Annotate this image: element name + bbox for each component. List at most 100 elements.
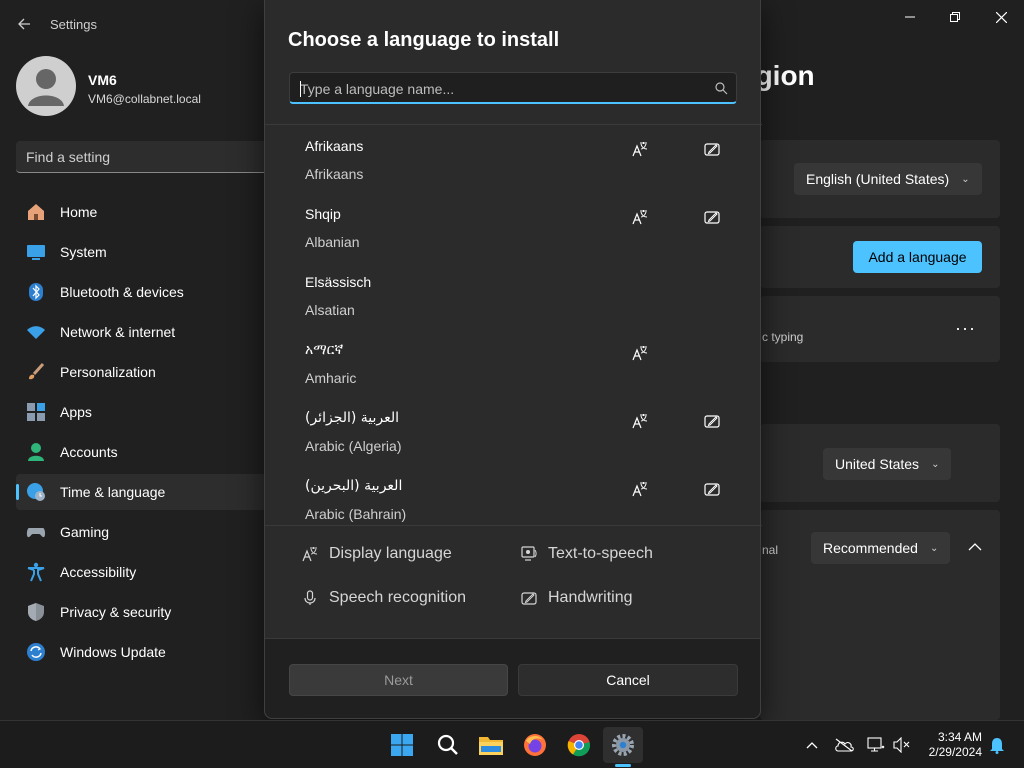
settings-taskbar-button[interactable] xyxy=(603,727,643,763)
sidebar-item-network[interactable]: Network & internet xyxy=(16,314,266,350)
choose-language-dialog: Choose a language to install Afrikaans A… xyxy=(264,0,762,719)
sidebar-item-accessibility[interactable]: Accessibility xyxy=(16,554,266,590)
sidebar-item-privacy[interactable]: Privacy & security xyxy=(16,594,266,630)
dialog-title: Choose a language to install xyxy=(288,29,560,51)
language-native-name: አማርኛ xyxy=(305,342,344,358)
onedrive-icon[interactable] xyxy=(834,735,854,755)
language-search-input[interactable] xyxy=(300,79,700,99)
system-clock[interactable]: 3:34 AM 2/29/2024 xyxy=(922,730,982,760)
sidebar-item-time-language[interactable]: Time & language xyxy=(16,474,266,510)
clock-date: 2/29/2024 xyxy=(928,745,982,759)
legend-label: Text-to-speech xyxy=(548,545,653,562)
legend-speech-recognition: Speech recognition xyxy=(301,589,466,607)
typing-fragment: c typing xyxy=(762,330,804,344)
language-item[interactable]: አማርኛ Amharic xyxy=(265,329,762,397)
notification-bell-icon[interactable] xyxy=(987,735,1007,755)
restore-icon xyxy=(950,12,960,22)
update-icon xyxy=(26,642,46,662)
legend-text-to-speech: Text-to-speech xyxy=(520,545,653,563)
sidebar-item-label: Time & language xyxy=(60,484,166,500)
sidebar-item-system[interactable]: System xyxy=(16,234,266,270)
language-english-name: Arabic (Bahrain) xyxy=(305,506,407,522)
language-item[interactable]: العربية (الجزائر) Arabic (Algeria) xyxy=(265,397,762,465)
sidebar-item-label: Apps xyxy=(60,404,92,420)
display-language-icon xyxy=(631,344,649,362)
add-language-button[interactable]: Add a language xyxy=(853,241,982,273)
language-list: Afrikaans Afrikaans Shqip Albanian Elsäs… xyxy=(265,124,762,526)
clock-time: 3:34 AM xyxy=(937,730,982,744)
language-item[interactable]: العربية (البحرين) Arabic (Bahrain) xyxy=(265,465,762,525)
taskbar-search-button[interactable] xyxy=(428,727,468,763)
chevron-up-icon[interactable] xyxy=(968,542,982,552)
windows-display-language-dropdown[interactable]: English (United States) ⌄ xyxy=(794,163,982,195)
language-item[interactable]: Shqip Albanian xyxy=(265,193,762,261)
language-english-name: Afrikaans xyxy=(305,166,364,182)
regional-fragment: nal xyxy=(762,543,779,557)
close-icon xyxy=(995,11,1007,23)
minimize-button[interactable] xyxy=(887,6,933,28)
text-cursor xyxy=(300,81,301,97)
legend-label: Display language xyxy=(329,545,452,562)
sidebar-item-apps[interactable]: Apps xyxy=(16,394,266,430)
sidebar-item-gaming[interactable]: Gaming xyxy=(16,514,266,550)
chevron-down-icon: ⌄ xyxy=(931,458,940,470)
legend-display-language: Display language xyxy=(301,545,452,563)
sidebar-nav: Home System Bluetooth & devices Network … xyxy=(16,194,266,674)
country-dropdown[interactable]: United States ⌄ xyxy=(823,448,952,480)
next-button[interactable]: Next xyxy=(289,664,508,696)
start-button[interactable] xyxy=(382,727,422,763)
sidebar-item-windows-update[interactable]: Windows Update xyxy=(16,634,266,670)
firefox-button[interactable] xyxy=(515,727,555,763)
sidebar-item-label: Windows Update xyxy=(60,644,166,660)
sidebar-item-accounts[interactable]: Accounts xyxy=(16,434,266,470)
restore-button[interactable] xyxy=(932,6,978,28)
microphone-icon xyxy=(301,589,319,607)
show-hidden-icons-button[interactable] xyxy=(802,735,822,755)
back-button[interactable] xyxy=(12,12,36,36)
sidebar-item-label: Network & internet xyxy=(60,324,176,340)
handwriting-icon xyxy=(520,589,538,607)
firefox-icon xyxy=(524,734,546,756)
display-language-icon xyxy=(631,208,649,226)
sidebar-item-label: System xyxy=(60,244,107,260)
language-native-name: العربية (الجزائر) xyxy=(305,410,400,426)
settings-icon xyxy=(612,734,634,756)
sidebar-item-home[interactable]: Home xyxy=(16,194,266,230)
network-icon[interactable] xyxy=(866,735,886,755)
taskbar: 3:34 AM 2/29/2024 xyxy=(0,720,1024,768)
language-english-name: Albanian xyxy=(305,234,360,250)
windows-start-icon xyxy=(391,734,413,756)
shield-icon xyxy=(26,602,46,622)
legend-handwriting: Handwriting xyxy=(520,589,632,607)
regional-format-dropdown[interactable]: Recommended ⌄ xyxy=(811,532,951,564)
file-explorer-button[interactable] xyxy=(471,727,511,763)
close-button[interactable] xyxy=(978,6,1024,28)
dialog-footer: Next Cancel xyxy=(265,638,760,718)
language-english-name: Arabic (Algeria) xyxy=(305,438,402,454)
sidebar-item-label: Bluetooth & devices xyxy=(60,284,184,300)
language-native-name: العربية (البحرين) xyxy=(305,478,403,494)
sidebar-item-label: Accounts xyxy=(60,444,118,460)
bluetooth-icon xyxy=(26,282,46,302)
sidebar-item-personalization[interactable]: Personalization xyxy=(16,354,266,390)
chrome-icon xyxy=(567,734,591,757)
find-setting-input[interactable]: Find a setting xyxy=(16,141,286,173)
more-options-icon[interactable]: ··· xyxy=(955,318,976,339)
sidebar-item-label: Gaming xyxy=(60,524,110,540)
minimize-icon xyxy=(905,16,915,18)
language-search-box[interactable] xyxy=(289,72,737,104)
user-email: VM6@collabnet.local xyxy=(88,92,201,106)
language-item[interactable]: Elsässisch Alsatian xyxy=(265,261,762,329)
sidebar-item-label: Personalization xyxy=(60,364,156,380)
avatar[interactable] xyxy=(16,56,76,116)
chrome-button[interactable] xyxy=(559,727,599,763)
volume-icon[interactable] xyxy=(892,735,912,755)
search-icon xyxy=(437,734,458,755)
sidebar-item-bluetooth[interactable]: Bluetooth & devices xyxy=(16,274,266,310)
dropdown-value: Recommended xyxy=(823,540,918,556)
back-arrow-icon xyxy=(18,18,30,30)
cancel-button[interactable]: Cancel xyxy=(518,664,738,696)
active-app-indicator xyxy=(615,764,631,767)
chevron-up-icon xyxy=(806,742,818,749)
language-item[interactable]: Afrikaans Afrikaans xyxy=(265,125,762,193)
